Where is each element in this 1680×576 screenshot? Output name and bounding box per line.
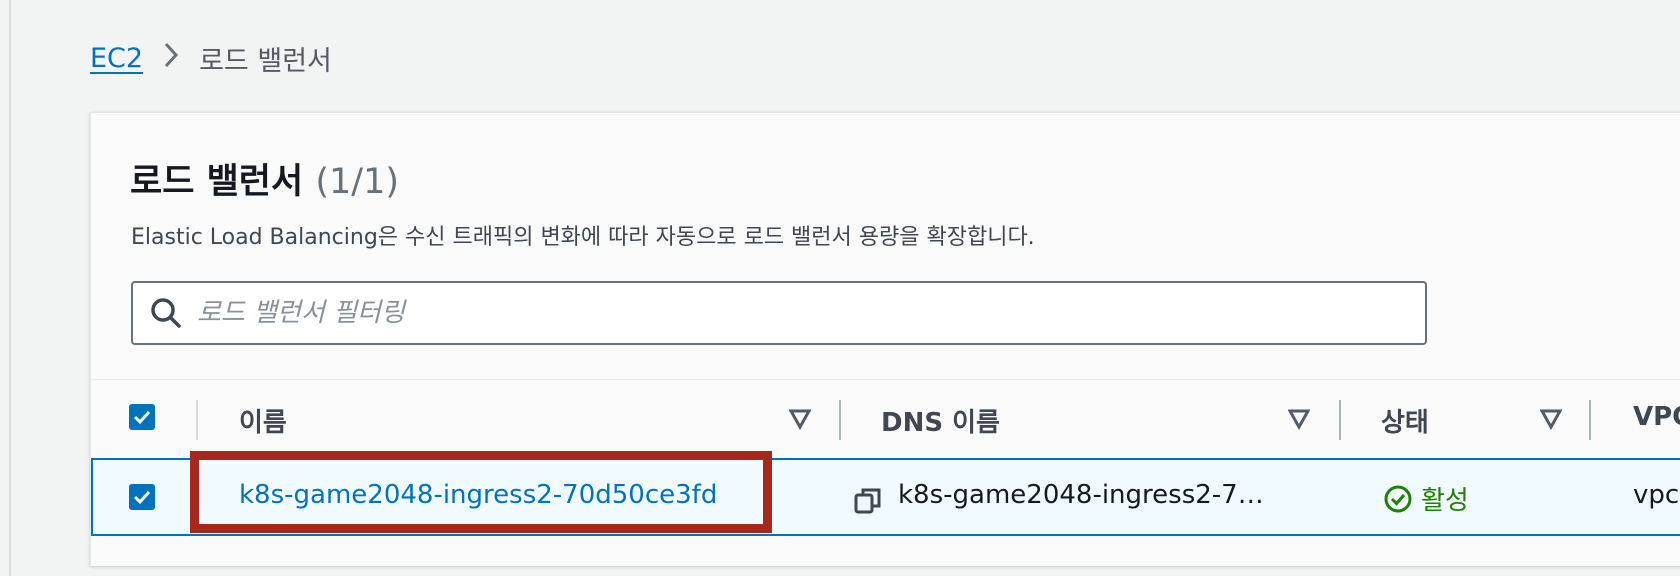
panel-description: Elastic Load Balancing은 수신 트래픽의 변화에 따라 자… [131,225,1035,250]
status-badge: 활성 [1383,480,1469,517]
table-row[interactable]: k8s-game2048-ingress2-70d50ce3fd k8s-gam… [91,458,1680,536]
status-text: 활성 [1421,486,1469,516]
column-header-name[interactable]: 이름 [239,402,287,439]
column-resizer[interactable] [1589,400,1591,440]
filter-input[interactable] [197,283,1425,343]
filter-search-box[interactable] [131,281,1427,345]
select-all-checkbox[interactable] [129,404,155,430]
dns-name-cell: k8s-game2048-ingress2-7… [898,480,1264,510]
load-balancers-panel: 로드 밸런서 (1/1) Elastic Load Balancing은 수신 … [90,112,1680,566]
breadcrumb: EC2 로드 밸런서 [90,38,332,78]
breadcrumb-ec2-link[interactable]: EC2 [90,43,143,74]
panel-count: (1/1) [315,162,400,202]
sort-triangle-icon[interactable] [789,408,811,430]
left-rail [0,0,11,576]
vpc-cell: vpc- [1633,480,1680,510]
breadcrumb-current: 로드 밸런서 [199,45,332,77]
check-circle-icon [1384,485,1412,512]
table-header: 이름 DNS 이름 상태 VPC [91,379,1680,458]
chevron-right-icon [161,40,181,77]
column-header-status[interactable]: 상태 [1381,402,1429,439]
sort-triangle-icon[interactable] [1288,408,1310,430]
column-header-dns[interactable]: DNS 이름 [881,402,1000,439]
load-balancer-name-link[interactable]: k8s-game2048-ingress2-70d50ce3fd [239,480,717,510]
copy-icon[interactable] [853,486,883,516]
row-select-checkbox[interactable] [129,484,155,510]
panel-title-text: 로드 밸런서 [130,162,304,202]
page-title: 로드 밸런서 (1/1) [130,153,399,204]
column-divider [196,400,198,440]
check-icon [133,490,151,505]
column-resizer[interactable] [839,400,841,440]
column-header-vpc[interactable]: VPC [1633,402,1680,432]
sort-triangle-icon[interactable] [1540,408,1562,430]
column-resizer[interactable] [1339,400,1341,440]
check-icon [133,410,151,425]
search-icon [151,298,181,328]
